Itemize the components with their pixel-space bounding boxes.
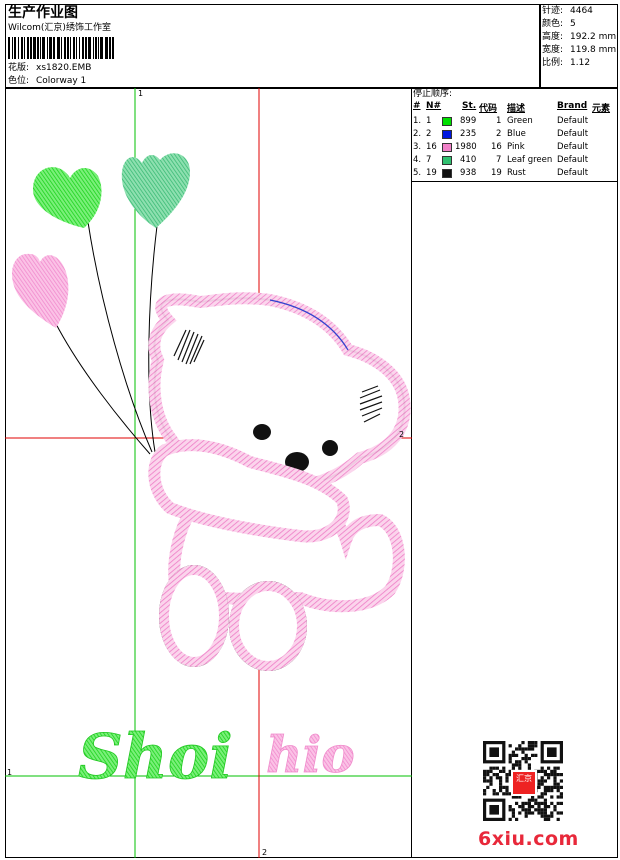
row-n: 7 — [426, 155, 432, 165]
row-n: 19 — [426, 168, 437, 178]
stamp-text: 汇京 — [516, 774, 532, 783]
row-num: 2. — [413, 129, 422, 139]
row-n: 1 — [426, 116, 432, 126]
stat-value: 119.8 mm — [570, 45, 617, 55]
row-brand: Default — [557, 116, 589, 126]
col-header-element: 元素 — [592, 104, 611, 114]
stat-value: 192.2 mm — [570, 32, 617, 42]
stamp-seal: 汇京 — [511, 770, 537, 796]
stop-sequence-title: 停止顺序: — [413, 89, 453, 99]
stat-label: 比例: — [542, 58, 564, 68]
row-st: 1980 — [455, 142, 477, 152]
row-st: 410 — [460, 155, 477, 165]
design-area — [5, 88, 412, 858]
stat-value: 4464 — [570, 6, 593, 16]
row-n: 16 — [426, 142, 437, 152]
stat-label: 针迹: — [542, 6, 564, 16]
row-num: 5. — [413, 168, 422, 178]
stat-label: 宽度: — [542, 45, 564, 55]
company-name: Wilcom(汇京)绣饰工作室 — [8, 23, 111, 33]
design-value: xs1820.EMB — [36, 63, 92, 73]
row-desc: Leaf green — [507, 155, 553, 165]
color-swatch — [442, 143, 452, 152]
side-panel — [411, 88, 618, 858]
guide-label-v2: 2 — [262, 848, 268, 857]
row-desc: Rust — [507, 168, 526, 178]
row-desc: Green — [507, 116, 533, 126]
row-code: 19 — [491, 168, 502, 178]
row-brand: Default — [557, 129, 589, 139]
watermark-logo: 6xiu.com — [478, 828, 579, 850]
row-desc: Blue — [507, 129, 526, 139]
col-header-code: 代码 — [479, 104, 498, 114]
row-brand: Default — [557, 142, 589, 152]
guide-label-h1: 1 — [7, 768, 13, 777]
row-num: 1. — [413, 116, 422, 126]
color-swatch — [442, 169, 452, 178]
col-header-desc: 描述 — [507, 104, 526, 114]
row-code: 7 — [496, 155, 502, 165]
col-header-st: St. — [462, 101, 477, 111]
row-code: 2 — [496, 129, 502, 139]
row-code: 16 — [491, 142, 502, 152]
col-header-brand: Brand — [557, 101, 588, 111]
stat-label: 高度: — [542, 32, 564, 42]
row-code: 1 — [496, 116, 502, 126]
colorway-value: Colorway 1 — [36, 76, 87, 86]
page-title: 生产作业图 — [8, 5, 78, 21]
col-header-n: N# — [426, 101, 442, 111]
row-st: 938 — [460, 168, 477, 178]
row-num: 4. — [413, 155, 422, 165]
row-desc: Pink — [507, 142, 525, 152]
row-brand: Default — [557, 155, 589, 165]
row-brand: Default — [557, 168, 589, 178]
guide-label-v1: 1 — [138, 89, 144, 98]
color-swatch — [442, 156, 452, 165]
design-label: 花版: — [8, 63, 30, 73]
color-swatch — [442, 130, 452, 139]
row-st: 235 — [460, 129, 477, 139]
guide-label-h2: 2 — [399, 430, 405, 439]
stat-value: 5 — [570, 19, 576, 29]
row-st: 899 — [460, 116, 477, 126]
row-n: 2 — [426, 129, 432, 139]
row-num: 3. — [413, 142, 422, 152]
col-header-hash: # — [413, 101, 421, 111]
colorway-label: 色位: — [8, 76, 30, 86]
stat-label: 颜色: — [542, 19, 564, 29]
color-swatch — [442, 117, 452, 126]
stat-value: 1.12 — [570, 58, 591, 68]
